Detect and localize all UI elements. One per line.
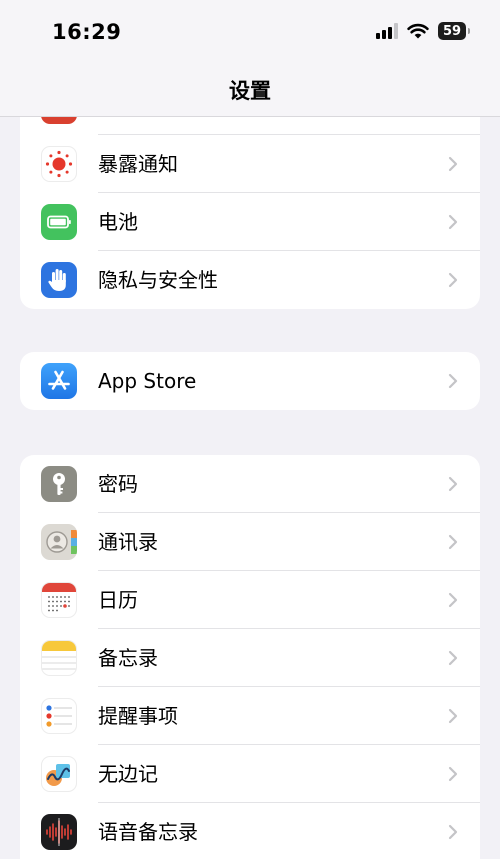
- page-title-overlay: 设置: [229, 79, 271, 103]
- app-store-icon: [41, 363, 77, 399]
- chevron-right-icon: [448, 156, 458, 172]
- settings-row-app-store[interactable]: App Store: [20, 352, 480, 410]
- settings-row-reminders[interactable]: 提醒事项: [20, 687, 480, 745]
- settings-row-passwords[interactable]: 密码: [20, 455, 480, 513]
- settings-group-app-store: App Store: [20, 352, 480, 410]
- settings-group-apps: 密码 通讯录 日历 备忘录 提醒事项 无边记 语音备忘录: [20, 455, 480, 859]
- cellular-signal-icon: [376, 23, 398, 39]
- notes-icon: [41, 640, 77, 676]
- chevron-right-icon: [448, 766, 458, 782]
- settings-row-label: 隐私与安全性: [98, 268, 218, 292]
- status-time: 16:29: [52, 20, 122, 44]
- chevron-right-icon: [448, 824, 458, 840]
- exposure-notification-icon: [41, 146, 77, 182]
- chevron-right-icon: [448, 476, 458, 492]
- chevron-right-icon: [448, 214, 458, 230]
- settings-row-label: 日历: [98, 588, 138, 612]
- settings-row-label: 语音备忘录: [98, 820, 198, 844]
- chevron-right-icon: [448, 592, 458, 608]
- battery-icon: [41, 204, 77, 240]
- status-bar: 16:29 59: [0, 0, 500, 64]
- settings-row-notes[interactable]: 备忘录: [20, 629, 480, 687]
- settings-row-label: 备忘录: [98, 646, 158, 670]
- battery-indicator: 59: [438, 22, 470, 40]
- voice-memos-icon: [41, 814, 77, 850]
- chevron-right-icon: [448, 708, 458, 724]
- chevron-right-icon: [448, 272, 458, 288]
- chevron-right-icon: [448, 650, 458, 666]
- privacy-hand-icon: [41, 262, 77, 298]
- settings-row-exposure-notifications[interactable]: 暴露通知: [20, 135, 480, 193]
- navigation-bar-overlay: 设置: [0, 64, 500, 117]
- wifi-icon: [407, 23, 429, 39]
- settings-row-battery[interactable]: 电池: [20, 193, 480, 251]
- settings-row-label: App Store: [98, 369, 197, 393]
- settings-row-label: 暴露通知: [98, 152, 178, 176]
- settings-row-label: 密码: [98, 472, 138, 496]
- settings-row-freeform[interactable]: 无边记: [20, 745, 480, 803]
- key-icon: [41, 466, 77, 502]
- settings-row-calendar[interactable]: 日历: [20, 571, 480, 629]
- freeform-icon: [41, 756, 77, 792]
- chevron-right-icon: [448, 373, 458, 389]
- settings-row-label: 无边记: [98, 762, 158, 786]
- settings-row-voice-memos[interactable]: 语音备忘录: [20, 803, 480, 859]
- settings-row-label: 电池: [98, 210, 138, 234]
- settings-row-privacy-security[interactable]: 隐私与安全性: [20, 251, 480, 309]
- calendar-icon: [41, 582, 77, 618]
- reminders-icon: [41, 698, 77, 734]
- contacts-icon: [41, 524, 77, 560]
- settings-row-contacts[interactable]: 通讯录: [20, 513, 480, 571]
- settings-row-label: 提醒事项: [98, 704, 178, 728]
- chevron-right-icon: [448, 534, 458, 550]
- status-icons: 59: [376, 22, 470, 40]
- settings-row-label: 通讯录: [98, 530, 158, 554]
